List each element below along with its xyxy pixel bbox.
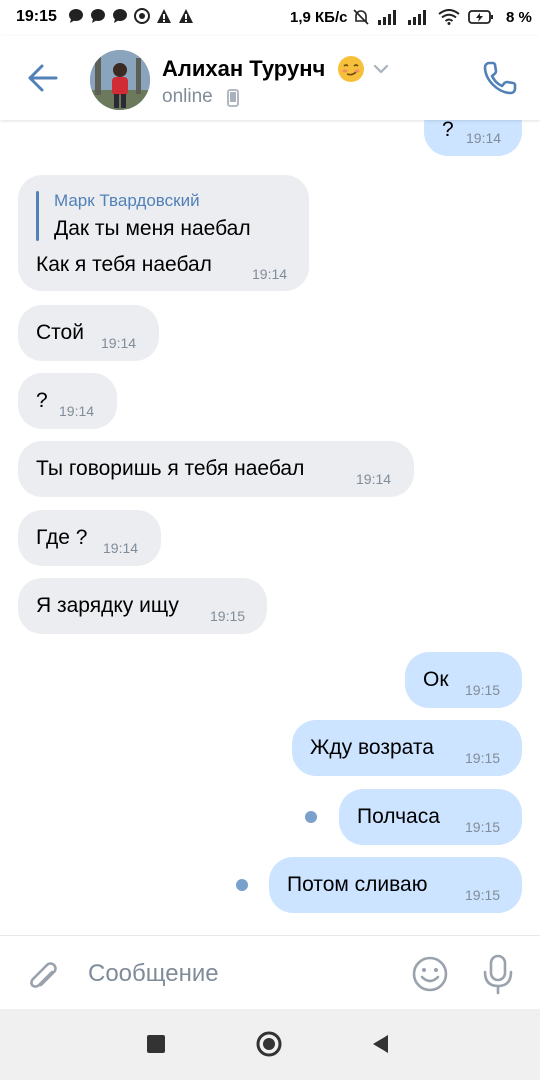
message-time: 19:15 <box>465 750 501 766</box>
message-time: 19:14 <box>466 130 502 146</box>
unread-indicator <box>305 811 317 823</box>
signal-icon <box>408 10 426 25</box>
battery-percent: 8 % <box>506 9 532 26</box>
back-arrow-icon[interactable] <box>22 60 62 96</box>
system-back-button[interactable] <box>370 1033 390 1055</box>
reply-quote-bar <box>36 191 39 241</box>
message-time: 19:14 <box>103 540 139 556</box>
online-status: online <box>162 86 213 107</box>
message-time: 19:15 <box>465 887 501 903</box>
chat-notification-icon <box>91 9 105 23</box>
message-text: Жду возрата <box>310 736 434 759</box>
mute-bell-icon <box>353 9 369 25</box>
phone-call-icon[interactable] <box>480 58 520 98</box>
message-time: 19:14 <box>356 471 392 487</box>
message-bubble-outgoing[interactable]: Полчаса 19:15 <box>339 789 522 845</box>
system-icons <box>352 8 494 26</box>
smirk-face-icon <box>338 56 364 82</box>
chat-notification-icon <box>69 9 83 23</box>
message-time: 19:15 <box>465 682 501 698</box>
signal-icon <box>378 10 396 25</box>
message-text: Стой <box>36 321 84 344</box>
message-bubble-incoming[interactable]: Где ? 19:14 <box>18 510 161 566</box>
network-speed: 1,9 КБ/с <box>290 9 348 26</box>
microphone-icon[interactable] <box>480 952 516 996</box>
warning-icon <box>157 9 171 23</box>
status-bar: 19:15 1,9 КБ/с 8 % <box>0 0 540 36</box>
reply-author: Марк Твардовский <box>54 191 200 210</box>
chat-notification-icon <box>113 9 127 23</box>
chevron-down-icon[interactable] <box>372 62 390 76</box>
notification-icons <box>68 8 194 24</box>
chrome-icon <box>134 8 150 24</box>
home-button[interactable] <box>256 1031 282 1057</box>
message-bubble-outgoing[interactable]: Потом сливаю 19:15 <box>269 857 522 913</box>
message-time: 19:15 <box>210 608 246 624</box>
message-bubble-outgoing[interactable]: Ок 19:15 <box>405 652 522 708</box>
message-bubble-outgoing[interactable]: Жду возрата 19:15 <box>292 720 522 776</box>
message-text: Я зарядку ищу <box>36 594 179 617</box>
message-text: Ты говоришь я тебя наебал <box>36 457 305 480</box>
message-text: Полчаса <box>357 805 440 828</box>
message-composer <box>0 935 540 1010</box>
message-time: 19:14 <box>252 266 288 282</box>
message-text: Как я тебя наебал <box>36 253 212 276</box>
battery-charging-icon <box>468 10 493 24</box>
warning-icon <box>179 9 193 23</box>
message-text: ? <box>442 118 454 141</box>
message-bubble-incoming[interactable]: Ты говоришь я тебя наебал 19:14 <box>18 441 414 497</box>
message-time: 19:14 <box>59 403 95 419</box>
avatar-image <box>90 50 150 110</box>
wifi-icon <box>438 9 460 25</box>
message-bubble-incoming[interactable]: Стой 19:14 <box>18 305 159 361</box>
message-input[interactable] <box>86 956 390 992</box>
status-time: 19:15 <box>16 8 57 25</box>
message-text: Потом сливаю <box>287 873 428 896</box>
message-bubble-incoming[interactable]: Я зарядку ищу 19:15 <box>18 578 267 634</box>
emoji-smile-icon[interactable] <box>410 954 450 994</box>
avatar[interactable] <box>90 50 150 110</box>
contact-name[interactable]: Алихан Турунч <box>162 56 325 82</box>
message-bubble-incoming[interactable]: ? 19:14 <box>18 373 117 429</box>
message-time: 19:14 <box>101 335 137 351</box>
unread-indicator <box>236 879 248 891</box>
system-navigation-bar <box>0 1009 540 1080</box>
message-text: Где ? <box>36 526 88 549</box>
recent-apps-button[interactable] <box>147 1035 165 1053</box>
paperclip-icon[interactable] <box>22 954 62 994</box>
message-bubble-incoming[interactable]: Марк Твардовский Дак ты меня наебал Как … <box>18 175 309 291</box>
reply-text: Дак ты меня наебал <box>54 217 251 240</box>
mobile-device-icon <box>227 89 239 107</box>
message-text: ? <box>36 389 48 412</box>
chat-header: Алихан Турунч online <box>0 36 540 120</box>
message-time: 19:15 <box>465 819 501 835</box>
message-text: Ок <box>423 668 449 691</box>
